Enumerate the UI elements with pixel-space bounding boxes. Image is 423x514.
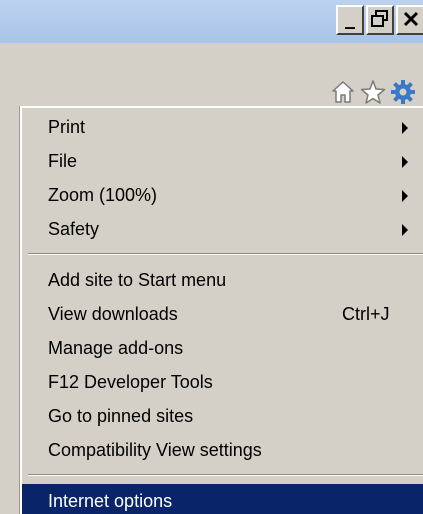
submenu-arrow-icon: [402, 190, 408, 202]
menu-item-label: F12 Developer Tools: [48, 372, 213, 392]
submenu-arrow-icon: [402, 156, 408, 168]
close-icon: [403, 11, 419, 27]
menu-item-shortcut: Ctrl+J: [342, 304, 390, 324]
menu-separator: [28, 253, 423, 255]
menu-item-print[interactable]: Print: [22, 110, 423, 144]
menu-item-label: Compatibility View settings: [48, 440, 262, 460]
menu-item-manage-add-ons[interactable]: Manage add-ons: [22, 331, 423, 365]
maximize-button[interactable]: [366, 5, 394, 35]
menu-item-compatibility-view-settings[interactable]: Compatibility View settings: [22, 433, 423, 467]
menu-item-safety[interactable]: Safety: [22, 212, 423, 246]
menu-item-view-downloads[interactable]: View downloads Ctrl+J: [22, 297, 423, 331]
star-icon[interactable]: [360, 79, 386, 105]
menu-item-add-site-to-start-menu[interactable]: Add site to Start menu: [22, 263, 423, 297]
tools-menu: Print File Zoom (100%) Safety Add site t…: [20, 106, 423, 514]
submenu-arrow-icon: [402, 224, 408, 236]
menu-item-label: Print: [48, 117, 86, 137]
menu-separator: [28, 474, 423, 476]
menu-item-label: Go to pinned sites: [48, 406, 194, 426]
home-icon[interactable]: [330, 79, 356, 105]
submenu-arrow-icon: [402, 122, 408, 134]
ie-window: _ Print File Zoom (100%) Safety Add site…: [0, 0, 423, 514]
title-bar: _: [0, 0, 423, 43]
menu-item-label: Safety: [48, 219, 100, 239]
menu-item-go-to-pinned-sites[interactable]: Go to pinned sites: [22, 399, 423, 433]
menu-item-label: Add site to Start menu: [48, 270, 227, 290]
menu-item-file[interactable]: File: [22, 144, 423, 178]
menu-item-label: Zoom (100%): [48, 185, 158, 205]
menu-item-zoom[interactable]: Zoom (100%): [22, 178, 423, 212]
minimize-button[interactable]: _: [336, 5, 364, 35]
menu-item-label: View downloads: [48, 304, 178, 324]
restore-icon: [371, 10, 388, 27]
menu-item-internet-options[interactable]: Internet options: [22, 484, 423, 514]
menu-item-developer-tools[interactable]: F12 Developer Tools: [22, 365, 423, 399]
gear-icon[interactable]: [390, 79, 416, 105]
command-toolbar: [0, 43, 423, 115]
menu-item-label: Internet options: [48, 491, 173, 511]
menu-item-label: Manage add-ons: [48, 338, 184, 358]
menu-item-label: File: [48, 151, 78, 171]
close-button[interactable]: [396, 5, 423, 35]
